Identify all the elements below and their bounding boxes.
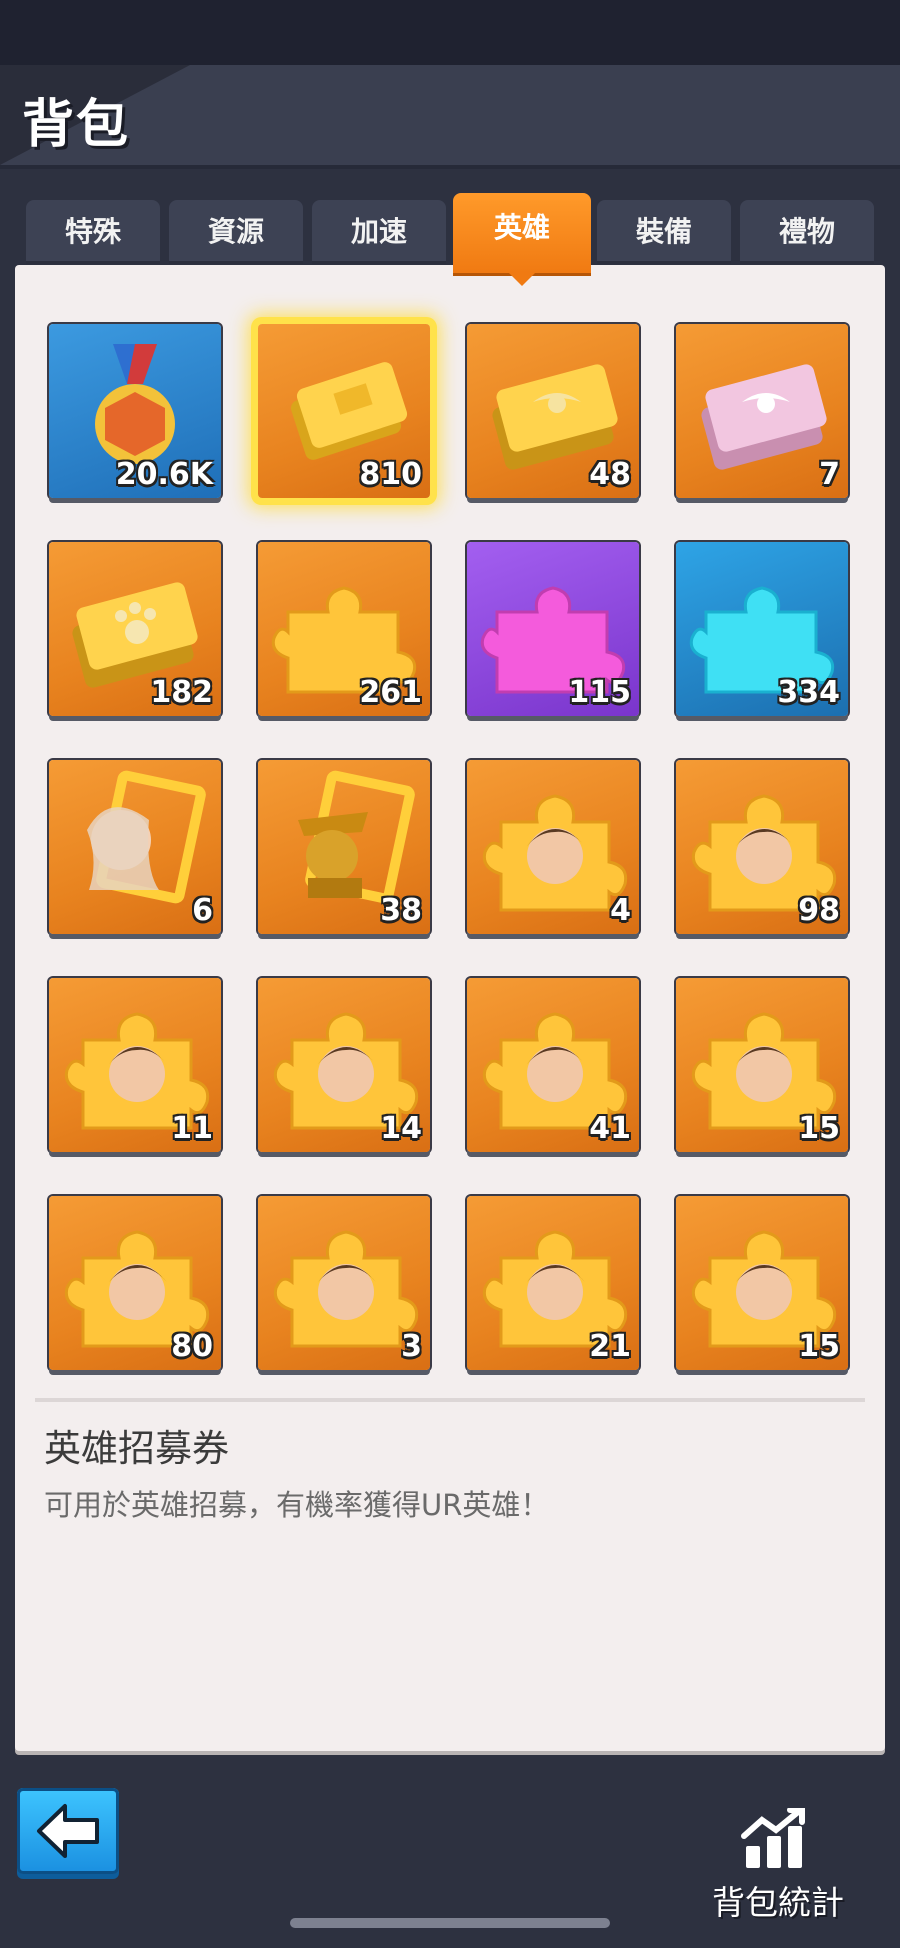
page-title: 背包 [22,95,131,155]
item-count: 11 [171,1111,213,1146]
tab-special[interactable]: 特殊 [26,200,160,264]
item-count: 15 [798,1111,840,1146]
inventory-item[interactable]: 80 [49,1196,221,1370]
item-count: 182 [150,675,213,710]
status-bar [0,0,900,65]
item-count: 6 [192,893,213,928]
inventory-item[interactable]: 7 [676,324,848,498]
item-count: 334 [777,675,840,710]
tab-heroes[interactable]: 英雄 [453,193,591,273]
inventory-item[interactable]: 182 [49,542,221,716]
divider [35,1398,865,1402]
inventory-item[interactable]: 48 [467,324,639,498]
inventory-item[interactable]: 14 [258,978,430,1152]
item-count: 7 [819,457,840,492]
inventory-item[interactable]: 21 [467,1196,639,1370]
home-indicator [290,1918,610,1928]
item-count: 38 [380,893,422,928]
item-count: 115 [568,675,631,710]
item-count: 41 [589,1111,631,1146]
inventory-item[interactable]: 261 [258,542,430,716]
item-count: 98 [798,893,840,928]
inventory-item[interactable]: 11 [49,978,221,1152]
item-count: 48 [589,457,631,492]
item-description: 可用於英雄招募，有機率獲得UR英雄！ [44,1488,550,1522]
item-count: 3 [401,1329,422,1364]
bag-stats-icon[interactable] [740,1808,810,1870]
tab-resources[interactable]: 資源 [169,200,303,264]
back-button[interactable] [17,1788,119,1874]
inventory-item[interactable]: 98 [676,760,848,934]
inventory-item[interactable]: 334 [676,542,848,716]
inventory-item[interactable]: 15 [676,1196,848,1370]
inventory-item[interactable]: 20.6K [49,324,221,498]
inventory-item[interactable]: 38 [258,760,430,934]
bag-stats-label[interactable]: 背包統計 [712,1876,844,1924]
item-count: 21 [589,1329,631,1364]
active-tab-pointer [508,272,536,286]
item-count: 810 [359,457,422,492]
inventory-item[interactable]: 15 [676,978,848,1152]
item-count: 15 [798,1329,840,1364]
item-count: 4 [610,893,631,928]
item-count: 80 [171,1329,213,1364]
tab-equipment[interactable]: 裝備 [597,200,731,264]
item-count: 261 [359,675,422,710]
inventory-item[interactable]: 41 [467,978,639,1152]
inventory-item[interactable]: 115 [467,542,639,716]
item-count: 14 [380,1111,422,1146]
tab-speedup[interactable]: 加速 [312,200,446,264]
item-count: 20.6K [115,457,213,492]
inventory-item[interactable]: 810 [258,324,430,498]
inventory-item[interactable]: 4 [467,760,639,934]
inventory-item[interactable]: 3 [258,1196,430,1370]
tab-gifts[interactable]: 禮物 [740,200,874,264]
arrow-left-icon [37,1804,99,1858]
item-name: 英雄招募券 [44,1427,229,1470]
inventory-item[interactable]: 6 [49,760,221,934]
